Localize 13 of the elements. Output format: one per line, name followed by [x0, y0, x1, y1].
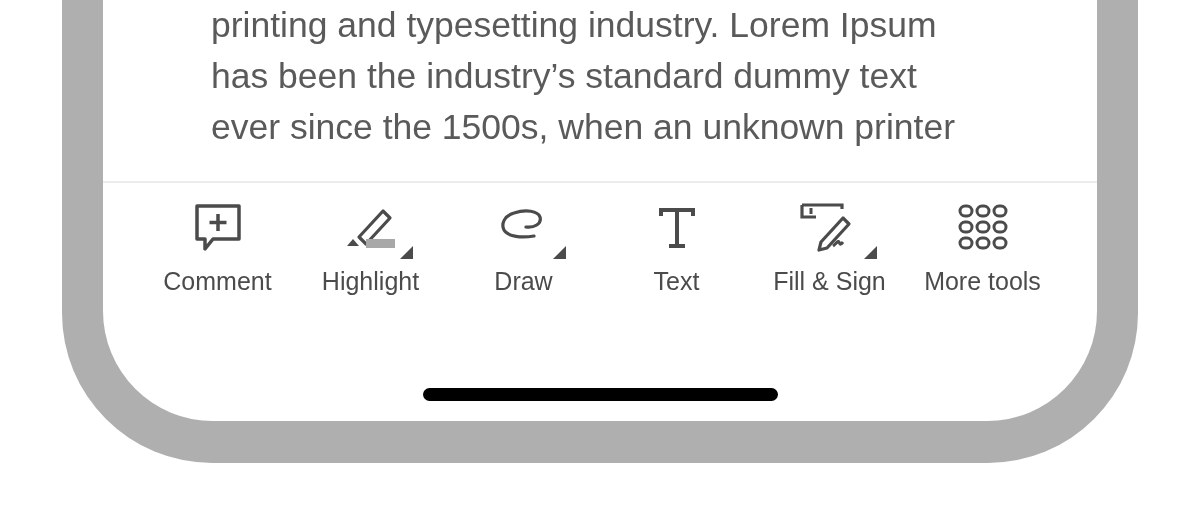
comment-icon [193, 203, 242, 253]
menu-triangle-icon [399, 246, 413, 259]
text-icon [656, 206, 697, 250]
menu-triangle-icon [863, 246, 877, 259]
tool-button[interactable]: Highlight [294, 197, 447, 296]
tool-button[interactable]: Fill & Sign [753, 197, 906, 296]
menu-triangle-icon [552, 246, 566, 259]
grid-icon [957, 204, 1008, 252]
tool-button[interactable]: More tools [906, 197, 1059, 296]
document-text: printing and typesetting industry. Lorem Ipsum has been the industry’s standard dummy text ever since the 1500s, when an unknown printer [103, 0, 1097, 183]
tool-button[interactable]: Text [600, 197, 753, 296]
tool-button[interactable]: Comment [141, 197, 294, 296]
tool-button[interactable]: Draw [447, 197, 600, 296]
